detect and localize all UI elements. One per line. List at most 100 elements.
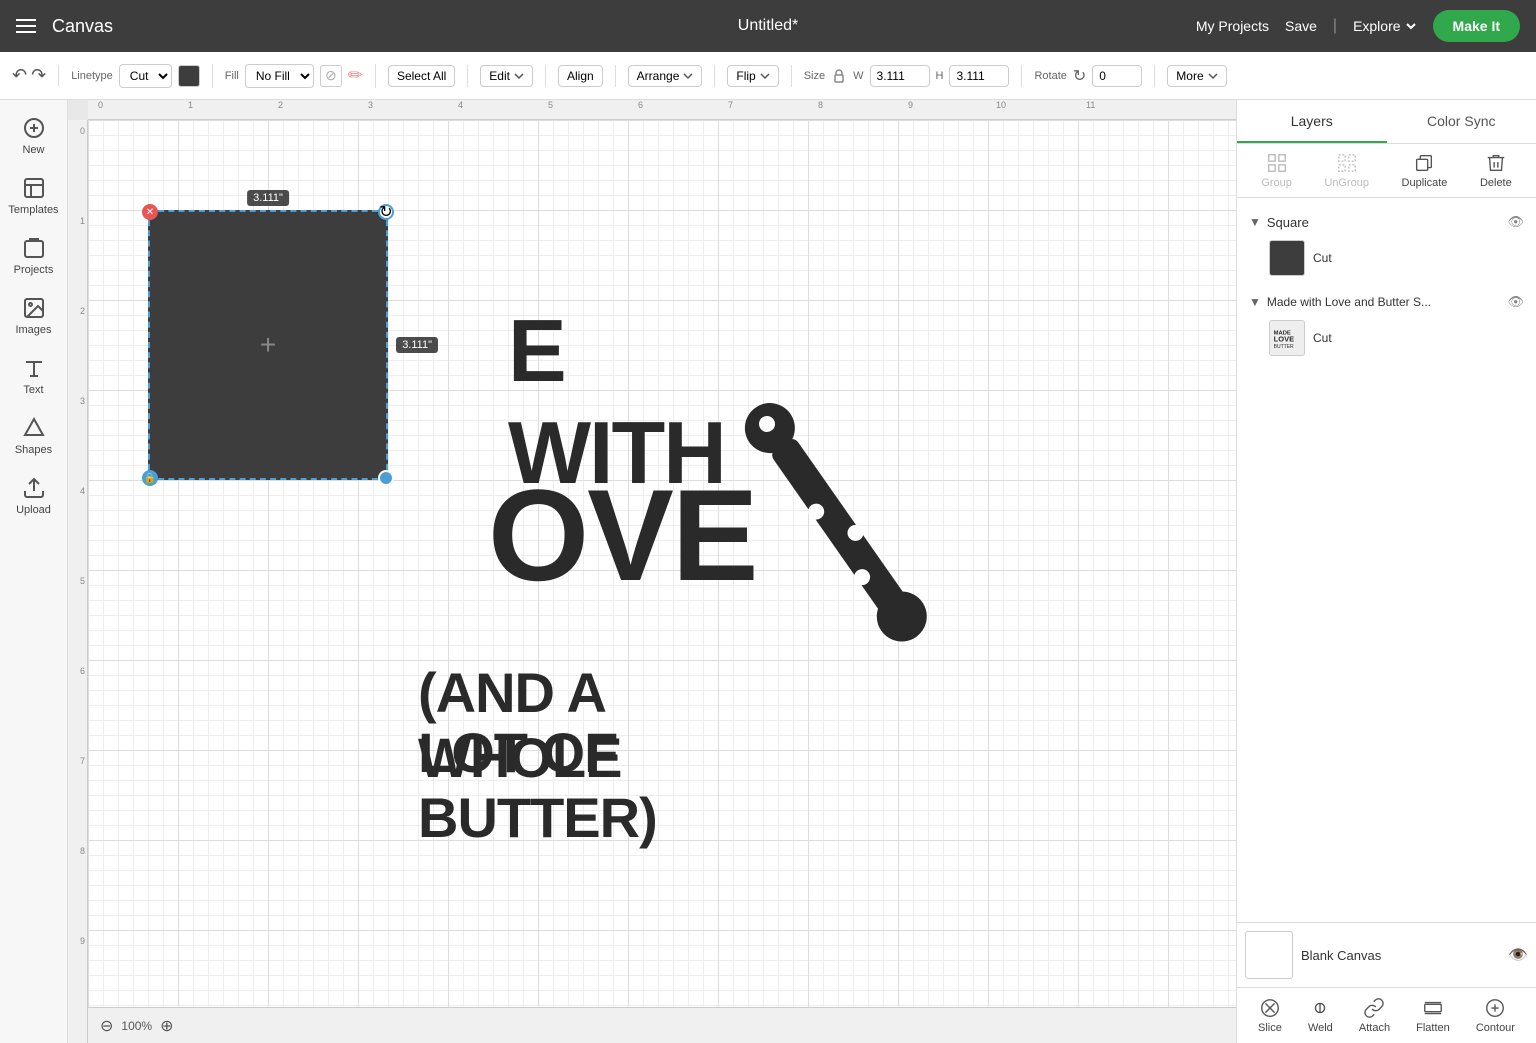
my-projects-link[interactable]: My Projects xyxy=(1196,18,1269,34)
contour-action[interactable]: Contour xyxy=(1476,997,1515,1034)
zoom-in-button[interactable]: ⊕ xyxy=(160,1016,173,1036)
width-input[interactable] xyxy=(870,65,930,87)
hamburger-menu[interactable] xyxy=(16,19,36,33)
square-element[interactable]: + 3.111" 3.111" ✕ ↻ 🔒 xyxy=(148,210,388,480)
topbar: Canvas Untitled* My Projects Save | Expl… xyxy=(0,0,1536,52)
sidebar-item-templates[interactable]: Templates xyxy=(4,168,64,224)
arrange-button[interactable]: Arrange xyxy=(628,65,703,87)
select-all-group: Select All xyxy=(388,65,468,87)
zoom-bar: ⊖ 100% ⊕ xyxy=(88,1007,1236,1043)
design-layer-header[interactable]: ▼ Made with Love and Butter S... 👁 xyxy=(1245,290,1528,314)
layers-list: ▼ Square 👁 Cut ▼ Made with Love and Butt… xyxy=(1237,198,1536,922)
top-actions: My Projects Save | Explore Make It xyxy=(1196,10,1520,42)
design-layer-item[interactable]: MADE LOVE BUTTER Cut xyxy=(1245,314,1528,362)
right-panel: Layers Color Sync Group UnGroup Duplicat… xyxy=(1236,100,1536,1043)
sidebar-item-upload[interactable]: Upload xyxy=(4,468,64,524)
panel-tabs: Layers Color Sync xyxy=(1237,100,1536,144)
pen-icon[interactable]: ✏ xyxy=(348,65,363,86)
undo-button[interactable]: ↶ xyxy=(12,65,27,86)
group-action[interactable]: Group xyxy=(1261,152,1292,189)
toolbar: ↶ ↷ Linetype Cut Fill No Fill ✏ Select A… xyxy=(0,52,1536,100)
delete-handle[interactable]: ✕ xyxy=(142,204,158,220)
square-layer-thumb xyxy=(1269,240,1305,276)
flatten-action[interactable]: Flatten xyxy=(1416,997,1450,1034)
zoom-out-button[interactable]: ⊖ xyxy=(100,1016,113,1036)
square-layer-group: ▼ Square 👁 Cut xyxy=(1237,206,1536,286)
fill-color-swatch[interactable] xyxy=(320,65,342,87)
svg-text:BUTTER: BUTTER xyxy=(1274,344,1294,350)
edit-dropdown-icon xyxy=(514,71,524,81)
fill-select[interactable]: No Fill xyxy=(245,64,314,88)
flip-group: Flip xyxy=(727,65,791,87)
design-collapse-icon: ▼ xyxy=(1249,295,1261,309)
rotate-handle[interactable]: ↻ xyxy=(378,204,394,220)
save-button[interactable]: Save xyxy=(1285,18,1317,34)
duplicate-action[interactable]: Duplicate xyxy=(1402,152,1448,189)
linetype-select[interactable]: Cut xyxy=(119,64,172,88)
bottom-actions: Slice Weld Attach Flatten Contour xyxy=(1237,987,1536,1043)
sidebar-item-text[interactable]: Text xyxy=(4,348,64,404)
linetype-label: Linetype xyxy=(71,70,113,82)
flip-button[interactable]: Flip xyxy=(727,65,778,87)
lock-handle[interactable]: 🔒 xyxy=(142,470,158,486)
square-layer-type: Cut xyxy=(1313,251,1520,265)
ungroup-action[interactable]: UnGroup xyxy=(1324,152,1369,189)
arrange-group: Arrange xyxy=(628,65,716,87)
redo-button[interactable]: ↷ xyxy=(31,65,46,86)
linetype-group: Linetype Cut xyxy=(71,64,213,88)
canvas-area[interactable]: 0 1 2 3 4 5 6 7 8 9 10 11 0 1 2 3 4 5 6 … xyxy=(68,100,1236,1043)
select-all-button[interactable]: Select All xyxy=(388,65,455,87)
slice-action[interactable]: Slice xyxy=(1258,997,1282,1034)
rotate-group: Rotate ↻ xyxy=(1034,65,1155,87)
align-button[interactable]: Align xyxy=(558,65,603,87)
attach-action[interactable]: Attach xyxy=(1359,997,1390,1034)
svg-text:LOVE: LOVE xyxy=(1274,334,1294,343)
left-sidebar: New Templates Projects Images Text Shape… xyxy=(0,100,68,1043)
height-input[interactable] xyxy=(949,65,1009,87)
app-name: Canvas xyxy=(52,16,113,37)
explore-button[interactable]: Explore xyxy=(1353,18,1416,34)
design-layer-thumb: MADE LOVE BUTTER xyxy=(1269,320,1305,356)
more-button[interactable]: More xyxy=(1167,65,1226,87)
sidebar-item-projects[interactable]: Projects xyxy=(4,228,64,284)
square-layer-item[interactable]: Cut xyxy=(1245,234,1528,282)
panel-actions: Group UnGroup Duplicate Delete xyxy=(1237,144,1536,198)
zoom-level: 100% xyxy=(121,1019,152,1033)
width-label: W xyxy=(853,70,863,82)
sidebar-item-images[interactable]: Images xyxy=(4,288,64,344)
linetype-color-swatch[interactable] xyxy=(178,65,200,87)
size-group: Size W H xyxy=(804,65,1023,87)
canvas-content[interactable]: + 3.111" 3.111" ✕ ↻ 🔒 E WITH OVE xyxy=(88,120,1236,1007)
edit-button[interactable]: Edit xyxy=(480,65,533,87)
make-it-button[interactable]: Make It xyxy=(1433,10,1520,42)
rotate-label: Rotate xyxy=(1034,70,1066,82)
square-layer-header[interactable]: ▼ Square 👁 xyxy=(1245,210,1528,234)
sidebar-item-new[interactable]: New xyxy=(4,108,64,164)
square-visibility-icon[interactable]: 👁 xyxy=(1507,214,1524,230)
main-area: New Templates Projects Images Text Shape… xyxy=(0,100,1536,1043)
blank-canvas-section: Blank Canvas 👁️ xyxy=(1237,922,1536,987)
design-visibility-icon[interactable]: 👁 xyxy=(1507,294,1524,310)
square-collapse-icon: ▼ xyxy=(1249,215,1261,229)
delete-action[interactable]: Delete xyxy=(1480,152,1512,189)
tab-layers[interactable]: Layers xyxy=(1237,100,1387,143)
design-layer-name: Made with Love and Butter S... xyxy=(1267,295,1431,309)
sidebar-item-shapes[interactable]: Shapes xyxy=(4,408,64,464)
ruler-left: 0 1 2 3 4 5 6 7 8 9 xyxy=(68,120,88,1043)
blank-canvas-visibility-icon[interactable]: 👁️ xyxy=(1508,945,1528,965)
size-label: Size xyxy=(804,70,825,82)
height-label: H xyxy=(936,70,944,82)
doc-title: Untitled* xyxy=(738,17,798,35)
scale-handle[interactable] xyxy=(378,470,394,486)
ruler-top: 0 1 2 3 4 5 6 7 8 9 10 11 xyxy=(88,100,1236,120)
more-group: More xyxy=(1167,65,1238,87)
lock-icon xyxy=(831,68,847,84)
undo-redo-group: ↶ ↷ xyxy=(12,65,59,86)
rotate-input[interactable] xyxy=(1092,65,1142,87)
design-layer-group: ▼ Made with Love and Butter S... 👁 MADE … xyxy=(1237,286,1536,366)
weld-action[interactable]: Weld xyxy=(1308,997,1333,1034)
more-dropdown-icon xyxy=(1208,71,1218,81)
align-group: Align xyxy=(558,65,616,87)
fill-group: Fill No Fill ✏ xyxy=(225,64,376,88)
tab-color-sync[interactable]: Color Sync xyxy=(1387,100,1536,143)
